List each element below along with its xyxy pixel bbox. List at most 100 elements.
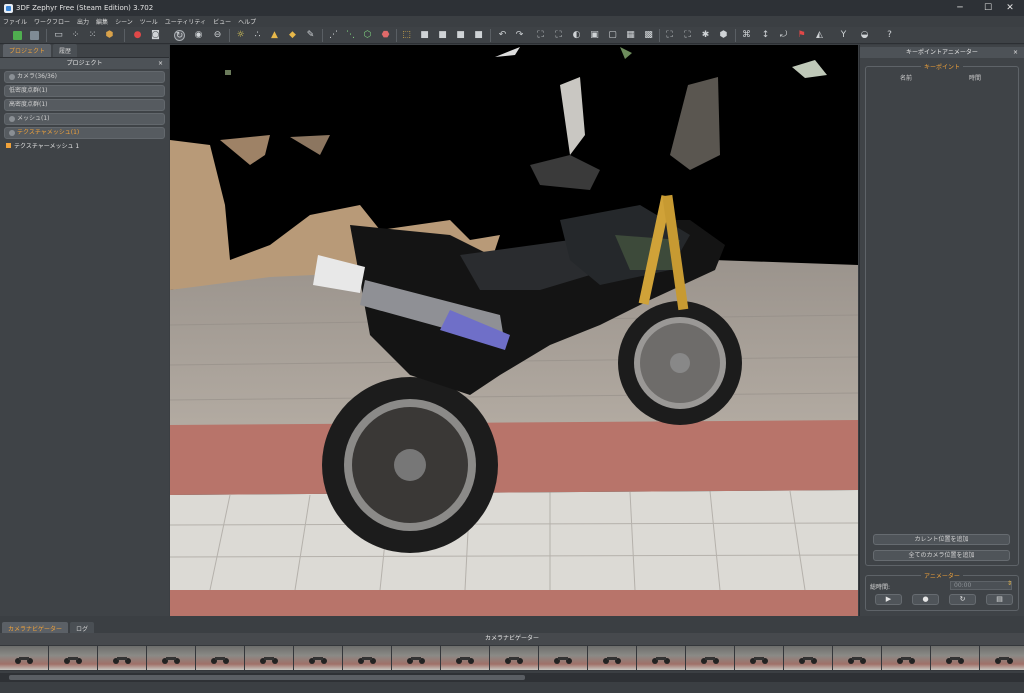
filmstrip-scrollbar[interactable] (0, 673, 1024, 682)
menu-tools[interactable]: ツール (140, 17, 158, 26)
group-sparse-cloud[interactable]: 低密度点群(1) (4, 85, 165, 97)
project-panel-close-icon[interactable]: × (158, 58, 163, 69)
camera-thumbnail[interactable] (196, 646, 244, 670)
spinner-icon[interactable]: ⇕ (1007, 580, 1012, 587)
camera-thumbnail[interactable] (882, 646, 930, 670)
menu-file[interactable]: ファイル (3, 17, 27, 26)
menu-edit[interactable]: 編集 (96, 17, 108, 26)
camera-thumbnail[interactable] (49, 646, 97, 670)
select-points-icon[interactable]: ⋰ (328, 30, 339, 41)
scale-icon[interactable]: ↕ (760, 30, 771, 41)
filter-icon[interactable]: Y (838, 30, 849, 41)
save-animation-button[interactable]: ▤ (986, 594, 1013, 605)
textured-mesh-item[interactable]: テクスチャーメッシュ 1 (6, 141, 163, 150)
camera-thumbnail[interactable] (441, 646, 489, 670)
new-project-icon[interactable] (13, 31, 22, 40)
loop-button[interactable]: ↻ (949, 594, 976, 605)
open-project-icon[interactable] (30, 31, 39, 40)
menu-view[interactable]: ビュー (213, 17, 231, 26)
camera-thumbnail[interactable] (0, 646, 48, 670)
shrink-icon[interactable]: ✱ (700, 30, 711, 41)
scrollbar-thumb[interactable] (9, 675, 525, 680)
fly-mode-icon[interactable]: ⊖ (212, 30, 223, 41)
mask-icon[interactable]: ◒ (859, 30, 870, 41)
group-mesh[interactable]: メッシュ(1) (4, 113, 165, 125)
mesh-icon[interactable]: ⬢ (104, 30, 115, 41)
tab-camera-navigator[interactable]: カメラナビゲーター (2, 622, 69, 633)
add-current-position-button[interactable]: カレント位置を追加 (873, 534, 1010, 545)
redo-icon[interactable]: ↷ (514, 30, 525, 41)
tab-log[interactable]: ログ (70, 622, 95, 633)
animator-panel-close-icon[interactable]: × (1013, 47, 1018, 58)
camera-icon[interactable]: ◙ (150, 30, 161, 41)
camera-thumbnail[interactable] (343, 646, 391, 670)
view-left-icon[interactable]: ■ (455, 30, 466, 41)
measure-icon[interactable]: ⌘ (741, 30, 752, 41)
brush-icon[interactable]: ✎ (305, 30, 316, 41)
deselect-icon[interactable]: ▢ (607, 30, 618, 41)
pan-mode-icon[interactable]: ◉ (193, 30, 204, 41)
triangle-icon[interactable]: ▲ (269, 30, 280, 41)
ruler-icon[interactable]: ◭ (814, 30, 825, 41)
cut-icon[interactable]: ⛶ (682, 30, 693, 41)
camera-thumbnail[interactable] (294, 646, 342, 670)
camera-thumbnail[interactable] (490, 646, 538, 670)
group-textured-mesh[interactable]: テクスチャメッシュ(1) (4, 127, 165, 139)
undo-icon[interactable]: ↶ (497, 30, 508, 41)
grid-deselect-icon[interactable]: ▩ (643, 30, 654, 41)
select-rect-icon[interactable]: ⛶ (535, 30, 546, 41)
add-all-camera-positions-button[interactable]: 全てのカメラ位置を追加 (873, 550, 1010, 561)
select-dense-icon[interactable]: ⋱ (345, 30, 356, 41)
sparse-cloud-icon[interactable]: ⁘ (70, 30, 81, 41)
view-right-icon[interactable]: ■ (473, 30, 484, 41)
delete-selection-icon[interactable]: ⬢ (718, 30, 729, 41)
camera-thumbnail[interactable] (539, 646, 587, 670)
menu-scene[interactable]: シーン (115, 17, 133, 26)
grid-select-icon[interactable]: ▦ (625, 30, 636, 41)
group-cameras[interactable]: カメラ(36/36) (4, 71, 165, 83)
view-back-icon[interactable]: ■ (437, 30, 448, 41)
camera-thumbnail[interactable] (392, 646, 440, 670)
crop-icon[interactable]: ⛶ (664, 30, 675, 41)
camera-thumbnail[interactable] (833, 646, 881, 670)
tab-project[interactable]: プロジェクト (3, 44, 52, 57)
bounding-box-icon[interactable]: ⬚ (401, 30, 412, 41)
menu-utilities[interactable]: ユーティリティ (165, 17, 206, 26)
camera-thumbnail[interactable] (147, 646, 195, 670)
light-icon[interactable]: ☼ (235, 30, 246, 41)
play-button[interactable]: ▶ (875, 594, 902, 605)
menu-export[interactable]: 出力 (77, 17, 89, 26)
help-icon[interactable]: ? (884, 30, 895, 41)
camera-thumbnail[interactable] (735, 646, 783, 670)
select-invert-icon[interactable]: ◐ (571, 30, 582, 41)
menu-help[interactable]: ヘルプ (238, 17, 256, 26)
select-mesh-icon[interactable]: ⬡ (362, 30, 373, 41)
minimize-button[interactable]: ─ (946, 0, 974, 16)
menu-workflow[interactable]: ワークフロー (34, 17, 70, 26)
duration-field[interactable]: 00:00 (950, 581, 1012, 590)
camera-thumbnail[interactable] (245, 646, 293, 670)
3d-viewport[interactable] (170, 45, 858, 616)
tab-history[interactable]: 履歴 (53, 44, 78, 57)
frame-icon[interactable]: ▭ (53, 30, 64, 41)
camera-thumbnail[interactable] (980, 646, 1024, 670)
camera-filmstrip[interactable] (0, 645, 1024, 671)
texture-icon[interactable]: ● (132, 30, 143, 41)
orbit-mode-icon[interactable]: ↻ (174, 30, 185, 41)
view-front-icon[interactable]: ■ (419, 30, 430, 41)
select-lasso-icon[interactable]: ⛶ (553, 30, 564, 41)
camera-thumbnail[interactable] (931, 646, 979, 670)
select-all-icon[interactable]: ▣ (589, 30, 600, 41)
record-button[interactable]: ● (912, 594, 939, 605)
points-icon[interactable]: ∴ (252, 30, 263, 41)
camera-thumbnail[interactable] (637, 646, 685, 670)
camera-thumbnail[interactable] (686, 646, 734, 670)
keypoint-list[interactable] (868, 83, 1016, 528)
dense-cloud-icon[interactable]: ⁙ (87, 30, 98, 41)
camera-thumbnail[interactable] (98, 646, 146, 670)
rotate-icon[interactable]: ⤾ (778, 30, 789, 41)
close-button[interactable]: ✕ (996, 0, 1024, 16)
select-texture-icon[interactable]: ⬣ (380, 30, 391, 41)
camera-thumbnail[interactable] (588, 646, 636, 670)
align-icon[interactable]: ⚑ (796, 30, 807, 41)
